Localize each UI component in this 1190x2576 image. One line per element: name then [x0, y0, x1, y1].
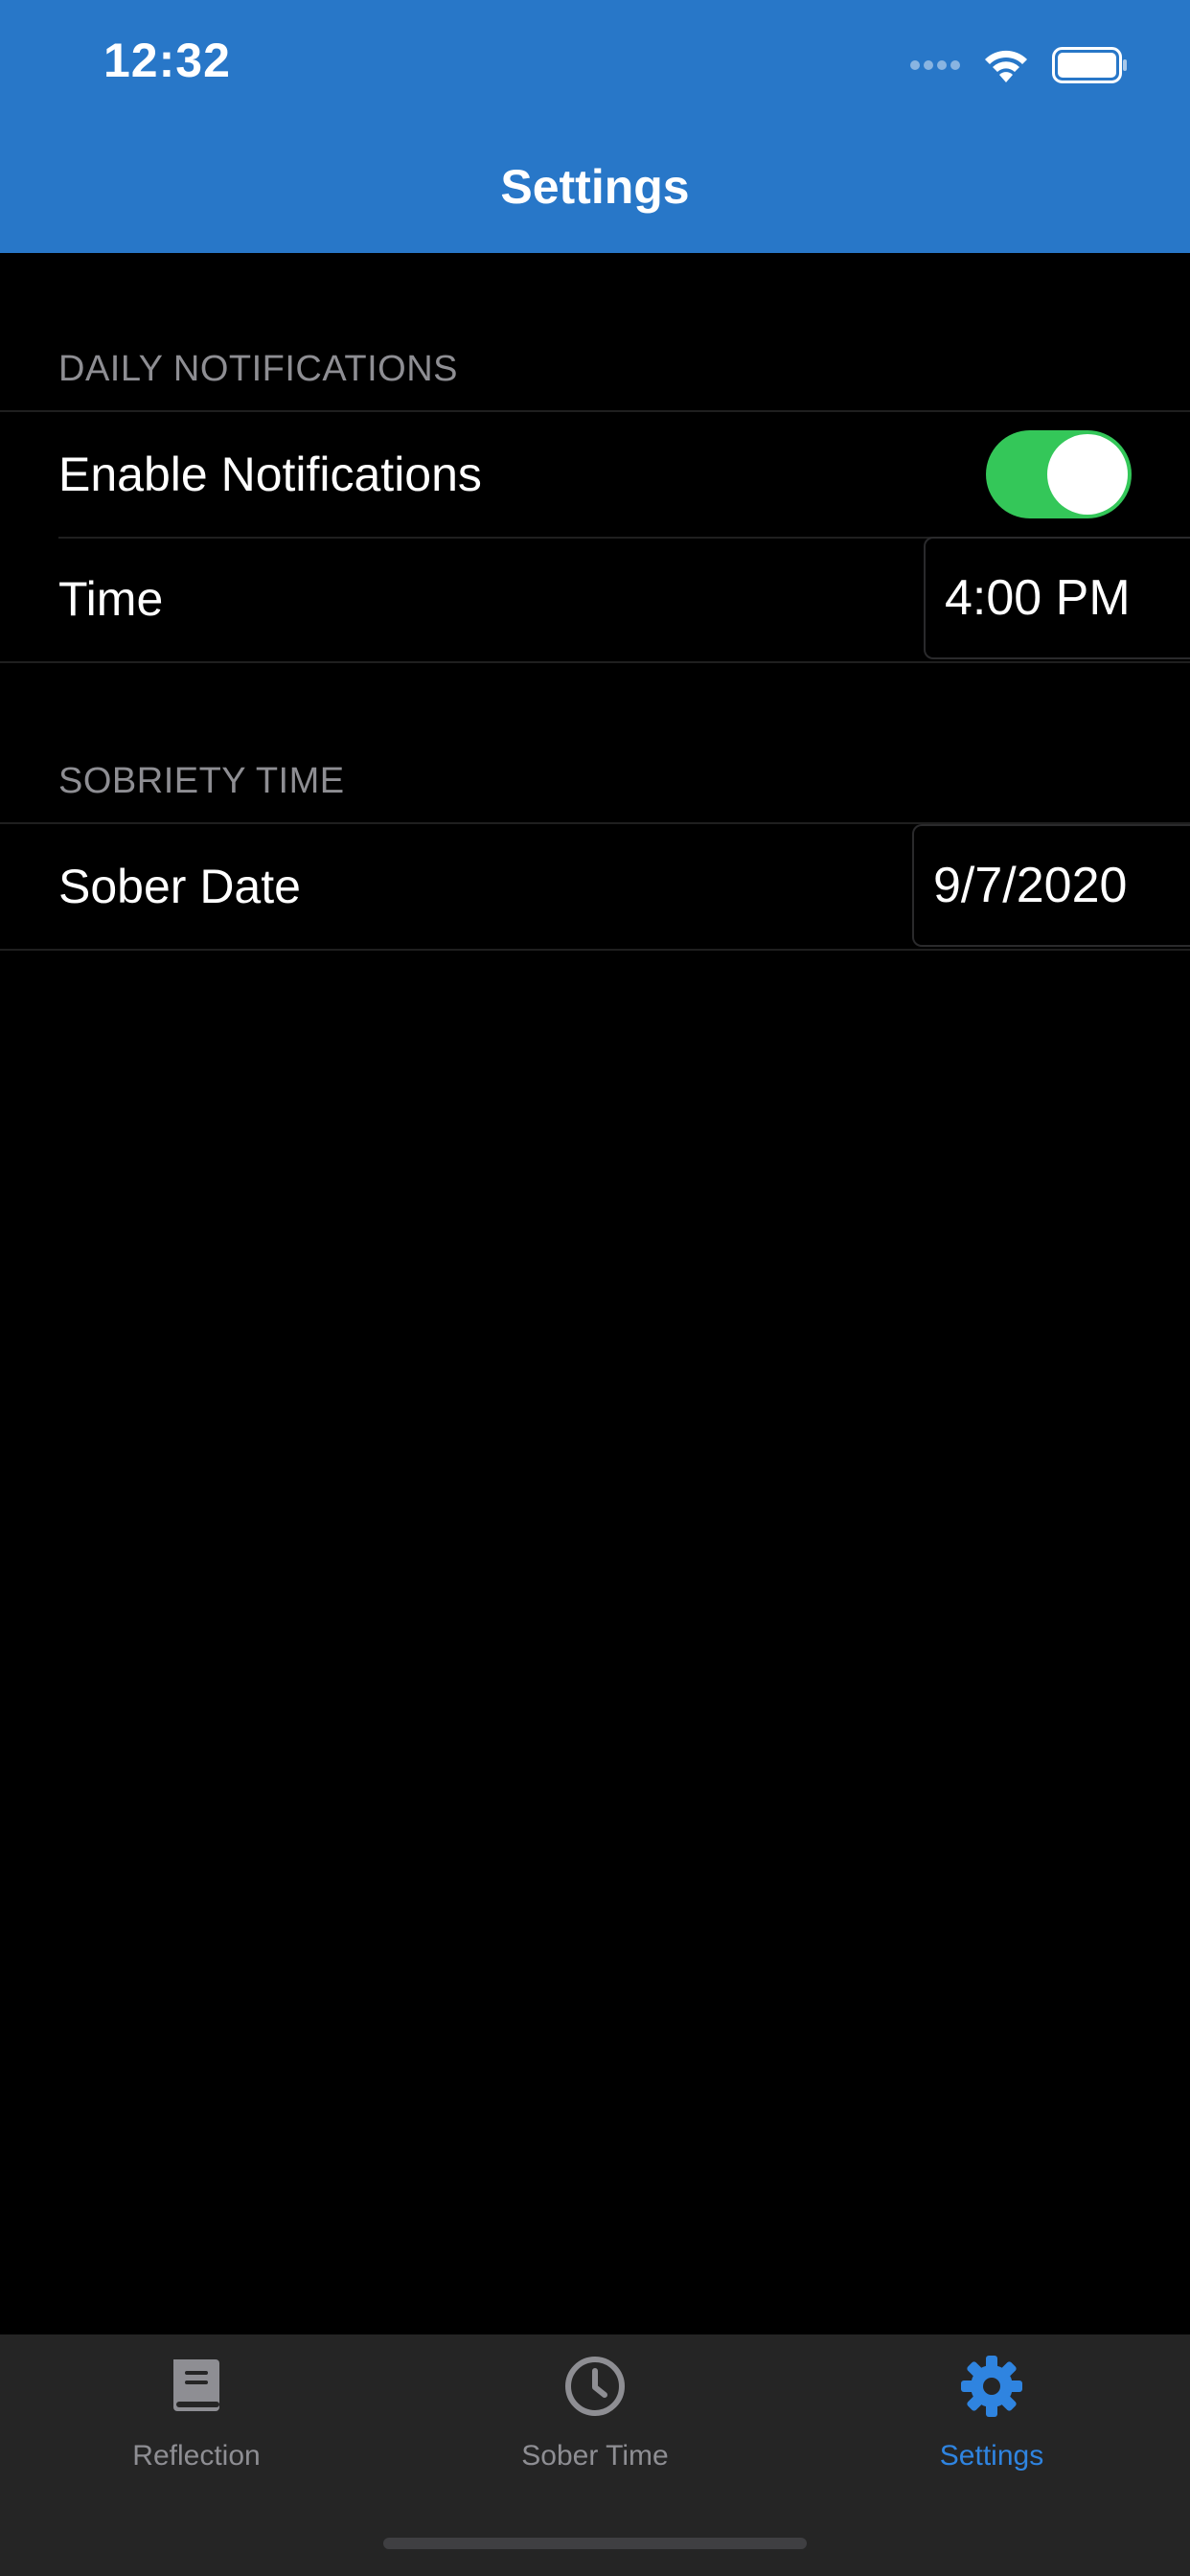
tab-sober-time[interactable]: Sober Time — [451, 2354, 739, 2517]
enable-notifications-label: Enable Notifications — [58, 448, 482, 501]
clock-icon — [565, 2357, 625, 2416]
time-picker[interactable]: 4:00 PM — [924, 537, 1190, 659]
navigation-header: 12:32 Settings — [0, 0, 1190, 253]
enable-notifications-row: Enable Notifications — [0, 412, 1190, 537]
sober-date-label: Sober Date — [58, 860, 301, 913]
tab-settings[interactable]: Settings — [848, 2354, 1135, 2517]
time-label: Time — [58, 572, 164, 626]
sober-date-picker[interactable]: 9/7/2020 — [912, 824, 1190, 947]
section-header-sobriety-time: SOBRIETY TIME — [58, 761, 345, 801]
section-header-daily-notifications: DAILY NOTIFICATIONS — [58, 349, 458, 389]
notification-time-row: Time 4:00 PM — [0, 537, 1190, 661]
tab-sober-time-label: Sober Time — [521, 2440, 669, 2472]
enable-notifications-toggle[interactable] — [986, 430, 1132, 518]
book-icon — [173, 2359, 219, 2411]
sobriety-time-group: Sober Date 9/7/2020 — [0, 822, 1190, 951]
battery-icon — [1052, 47, 1127, 83]
time-value: 4:00 PM — [945, 570, 1131, 626]
gear-icon — [961, 2356, 1022, 2417]
status-bar-time: 12:32 — [103, 34, 231, 87]
home-indicator[interactable] — [383, 2538, 807, 2549]
status-bar-icons — [910, 44, 1129, 86]
daily-notifications-group: Enable Notifications Time 4:00 PM — [0, 410, 1190, 663]
tab-reflection[interactable]: Reflection — [53, 2354, 340, 2517]
tab-settings-label: Settings — [939, 2440, 1044, 2472]
sober-date-row: Sober Date 9/7/2020 — [0, 824, 1190, 949]
page-title: Settings — [500, 160, 690, 214]
tab-reflection-label: Reflection — [132, 2440, 261, 2472]
toggle-knob — [1047, 434, 1128, 515]
sober-date-value: 9/7/2020 — [933, 858, 1128, 913]
cellular-signal-icon — [910, 60, 960, 70]
wifi-icon — [985, 50, 1027, 82]
